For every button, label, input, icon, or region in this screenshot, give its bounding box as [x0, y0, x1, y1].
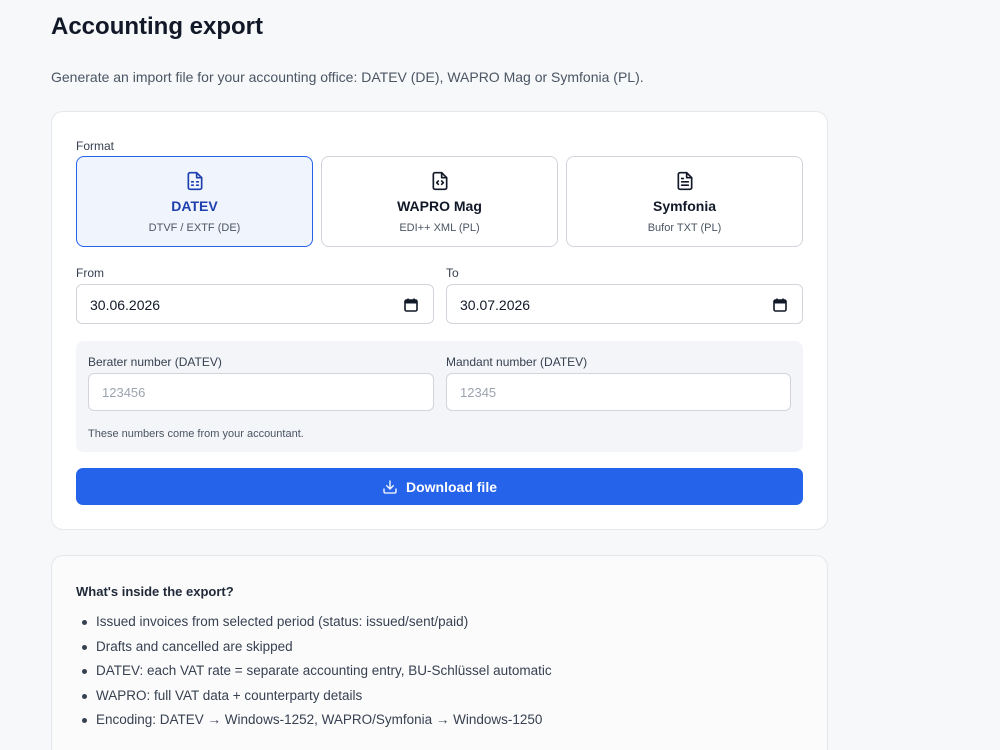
export-form-card: Format DATEV DTVF / EXTF (DE) WAPRO Mag …: [51, 111, 828, 530]
from-date-value: 30.06.2026: [90, 297, 161, 313]
calendar-icon[interactable]: [772, 297, 788, 313]
format-option-symfonia[interactable]: Symfonia Bufor TXT (PL): [566, 156, 803, 247]
mandant-label: Mandant number (DATEV): [446, 355, 588, 369]
format-description: Bufor TXT (PL): [647, 222, 722, 234]
berater-number-input[interactable]: [89, 374, 433, 410]
format-options: DATEV DTVF / EXTF (DE) WAPRO Mag EDI++ X…: [76, 156, 803, 248]
text-file-icon: [677, 171, 692, 191]
format-description: EDI++ XML (PL): [399, 222, 480, 234]
spreadsheet-file-icon: [187, 171, 202, 191]
from-date-input[interactable]: 30.06.2026: [76, 284, 434, 324]
calendar-icon[interactable]: [403, 297, 419, 313]
list-item: Issued invoices from selected period (st…: [76, 610, 552, 635]
mandant-number-input[interactable]: [447, 374, 790, 410]
format-name: Symfonia: [652, 198, 716, 214]
code-file-icon: [432, 171, 447, 191]
format-option-wapro[interactable]: WAPRO Mag EDI++ XML (PL): [321, 156, 558, 247]
page-title: Accounting export: [51, 13, 264, 40]
berater-number-field[interactable]: [88, 373, 434, 411]
format-label: Format: [76, 139, 115, 153]
export-info-card: What's inside the export? Issued invoice…: [51, 555, 828, 750]
to-date-value: 30.07.2026: [460, 297, 531, 313]
list-item: DATEV: each VAT rate = separate accounti…: [76, 659, 552, 684]
berater-label: Berater number (DATEV): [88, 355, 222, 369]
download-button-label: Download file: [406, 478, 497, 495]
format-description: DTVF / EXTF (DE): [148, 222, 241, 234]
from-label: From: [76, 266, 104, 280]
to-label: To: [446, 266, 459, 280]
format-name: DATEV: [171, 198, 218, 214]
download-icon: [383, 479, 397, 494]
format-name: WAPRO Mag: [397, 198, 482, 214]
mandant-number-field[interactable]: [446, 373, 791, 411]
list-item: Encoding: DATEV → Windows-1252, WAPRO/Sy…: [76, 708, 552, 733]
format-option-datev[interactable]: DATEV DTVF / EXTF (DE): [76, 156, 313, 247]
list-item: WAPRO: full VAT data + counterparty deta…: [76, 684, 552, 709]
info-list: Issued invoices from selected period (st…: [76, 610, 552, 733]
datev-numbers-panel: Berater number (DATEV) Mandant number (D…: [76, 341, 803, 452]
to-date-input[interactable]: 30.07.2026: [446, 284, 803, 324]
page-subtitle: Generate an import file for your account…: [51, 69, 644, 85]
list-item: Drafts and cancelled are skipped: [76, 635, 552, 660]
download-button[interactable]: Download file: [76, 468, 803, 505]
datev-hint: These numbers come from your accountant.: [88, 428, 304, 440]
info-title: What's inside the export?: [76, 584, 234, 599]
